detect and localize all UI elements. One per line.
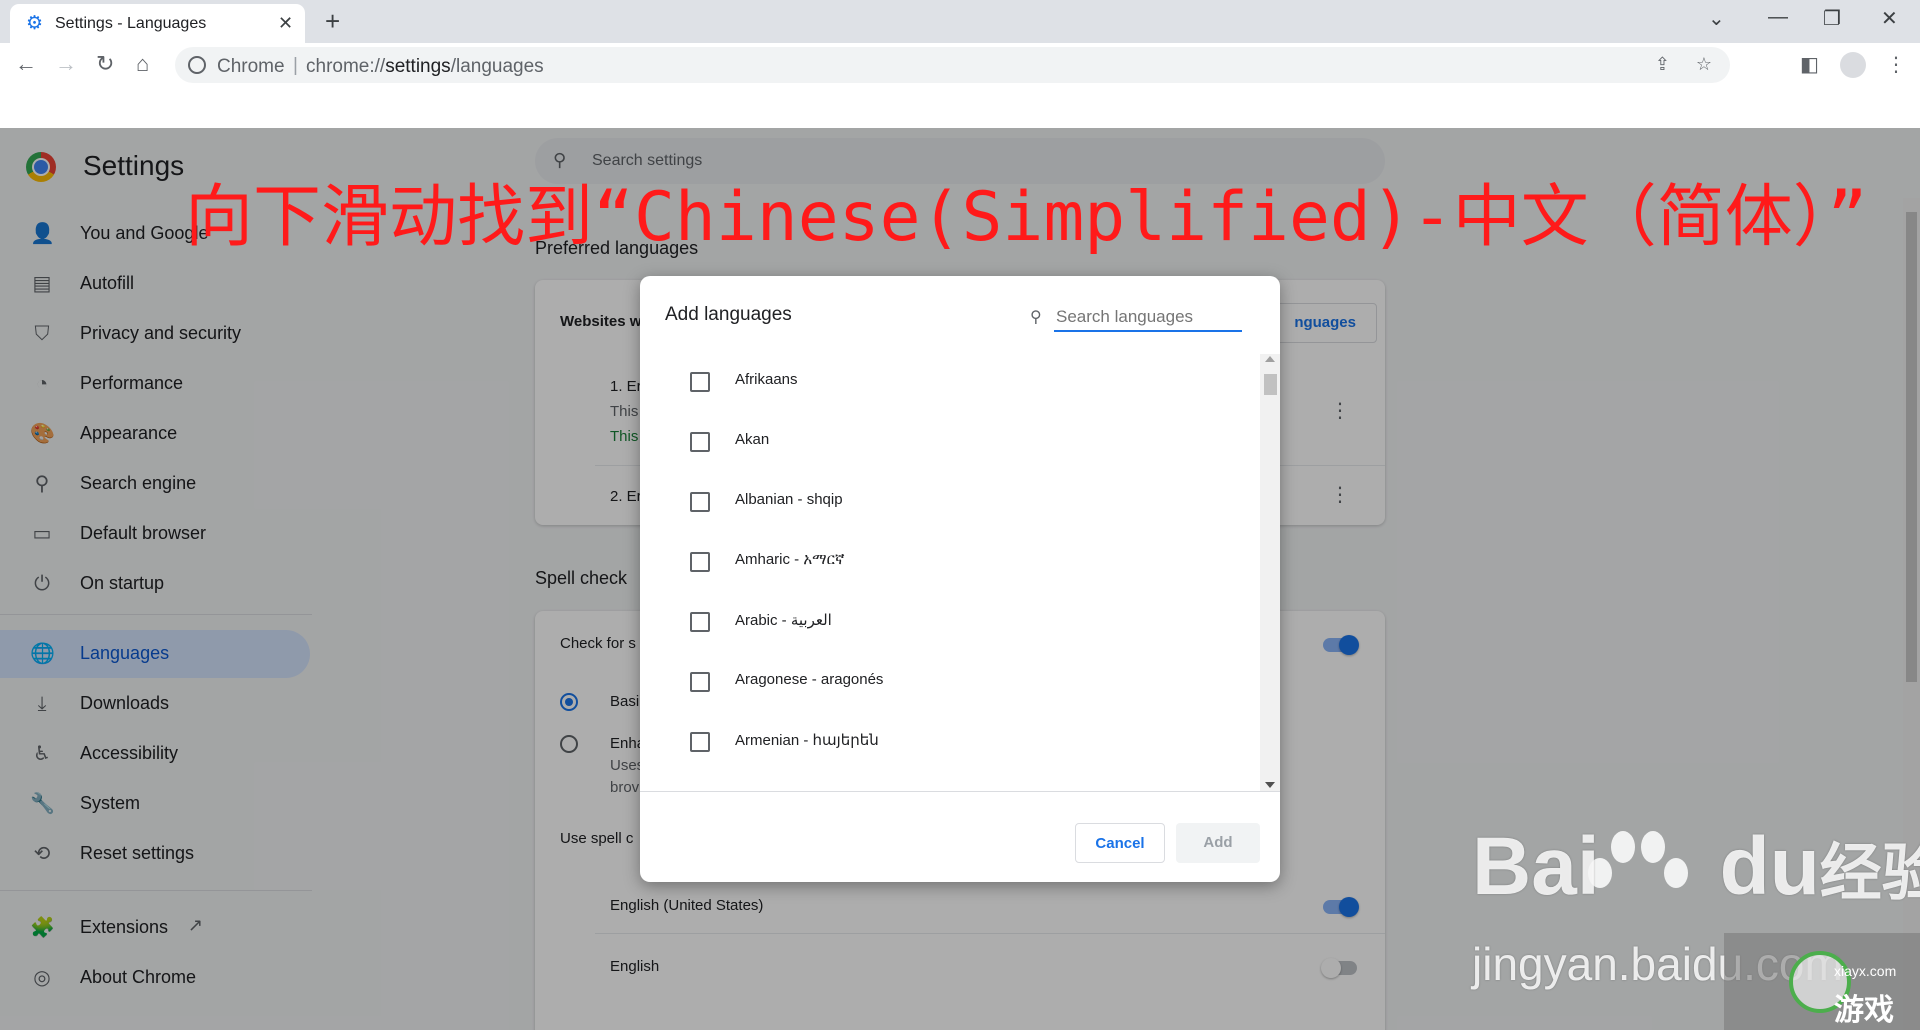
scroll-down-icon[interactable] [1265,782,1275,788]
menu-kebab-icon[interactable]: ⋮ [1886,52,1906,77]
list-item[interactable]: Afrikaans [640,351,1260,411]
baidu-watermark: Bai du经验 [1472,820,1920,914]
forward-icon[interactable]: → [55,51,77,77]
profile-avatar[interactable] [1840,52,1866,78]
window-close-icon[interactable]: ✕ [1881,6,1898,31]
language-checkbox[interactable] [690,732,710,752]
list-item[interactable]: Armenian - հայերեն [640,711,1260,771]
minimize-icon[interactable]: — [1768,6,1788,29]
badge-game: 游戏 [1834,994,1894,1027]
reload-icon[interactable]: ↻ [96,51,114,77]
address-bar[interactable]: Chrome | chrome://settings/languages ⇪ ☆ [175,47,1730,83]
back-icon[interactable]: ← [15,51,37,77]
chrome-site-icon[interactable] [188,56,206,74]
add-button[interactable]: Add [1176,823,1260,863]
close-tab-icon[interactable]: ✕ [278,13,293,34]
new-tab-icon[interactable]: + [325,6,340,37]
url-host: settings [385,56,451,77]
share-icon[interactable]: ⇪ [1655,54,1670,75]
side-panel-icon[interactable]: ◧ [1800,52,1819,77]
bookmark-star-icon[interactable]: ☆ [1696,54,1712,75]
url-separator: | [293,55,298,76]
language-search-input[interactable] [1054,304,1242,332]
url-path: /languages [450,56,544,77]
language-checkbox[interactable] [690,372,710,392]
search-icon: ⚲ [1030,309,1042,326]
scroll-thumb[interactable] [1264,374,1277,395]
language-label: Akan [735,431,770,448]
instruction-overlay: 向下滑动找到“Chinese(Simplified)-中文（简体）” [185,178,1868,257]
baidu-jingyan-cn: 经验 [1819,839,1920,908]
baidu-du: du [1719,821,1820,912]
cancel-button[interactable]: Cancel [1075,823,1165,863]
list-item[interactable]: Albanian - shqip [640,471,1260,531]
gear-icon: ⚙ [26,13,44,34]
list-item[interactable]: Amharic - አማርኛ [640,531,1260,591]
language-search: ⚲ [1030,302,1250,334]
baidu-bai: Bai [1472,821,1600,912]
home-icon[interactable]: ⌂ [136,51,149,77]
language-list-scrollbar[interactable] [1260,354,1280,791]
language-checkbox[interactable] [690,612,710,632]
language-label: Afrikaans [735,371,798,388]
url-text[interactable]: chrome://settings/languages [306,56,544,78]
dialog-title: Add languages [665,304,792,325]
tab-strip: ⚙ Settings - Languages ✕ + ⌄ — ❐ ✕ [0,0,1920,43]
site-label: Chrome [217,56,285,77]
language-checkbox[interactable] [690,432,710,452]
tab-search-icon[interactable]: ⌄ [1708,6,1725,31]
list-item[interactable]: Aragonese - aragonés [640,651,1260,711]
language-label: Arabic - العربية [735,612,832,629]
badge-site: xiayx.com [1834,963,1897,979]
tab-title: Settings - Languages [55,15,207,32]
tab-settings-languages[interactable]: ⚙ Settings - Languages ✕ [10,4,305,43]
url-scheme: chrome:// [306,56,386,77]
language-label: Albanian - shqip [735,491,843,508]
language-checkbox[interactable] [690,552,710,572]
scroll-up-icon[interactable] [1265,356,1275,362]
list-item[interactable]: Akan [640,411,1260,471]
language-label: Amharic - አማርኛ [735,551,845,568]
restore-icon[interactable]: ❐ [1823,6,1841,31]
browser-toolbar: ← → ↻ ⌂ Chrome | chrome://settings/langu… [0,43,1920,86]
language-checkbox[interactable] [690,672,710,692]
language-checkbox[interactable] [690,492,710,512]
language-label: Armenian - հայերեն [735,732,879,749]
language-label: Aragonese - aragonés [735,671,884,688]
dialog-divider [640,791,1280,792]
language-list: Afrikaans Akan Albanian - shqip Amharic … [640,351,1260,791]
list-item[interactable]: Arabic - العربية [640,591,1260,651]
site-badge-watermark: xiayx.com 游戏 [1724,933,1920,1030]
add-languages-dialog: Add languages ⚲ Afrikaans Akan Albanian … [640,276,1280,882]
